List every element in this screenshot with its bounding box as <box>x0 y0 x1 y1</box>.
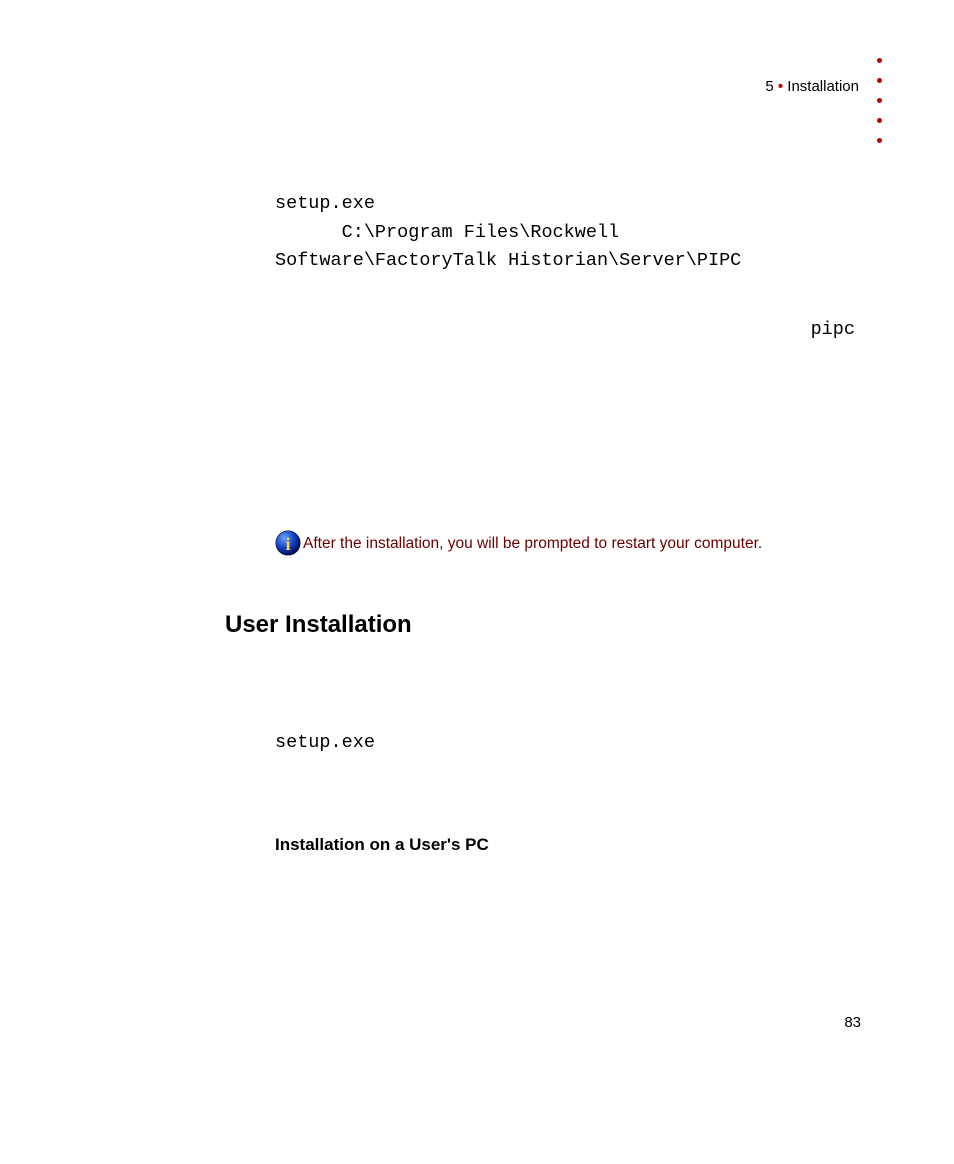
chapter-label: 5 • Installation <box>765 78 859 95</box>
info-note: i After the installation, you will be pr… <box>275 530 865 556</box>
content-area: setup.exe C:\Program Files\Rockwell Soft… <box>275 190 865 855</box>
chapter-title: Installation <box>787 78 859 95</box>
heading-installation-user-pc: Installation on a User's PC <box>275 835 865 855</box>
code-right: pipc <box>275 316 865 345</box>
dot-icon <box>877 58 882 63</box>
dot-icon <box>877 138 882 143</box>
page-header: 5 • Installation <box>765 78 859 96</box>
code-text: pipc <box>811 319 855 340</box>
code-block-2: setup.exe <box>275 729 865 758</box>
code-text: C:\Program Files\Rockwell <box>275 222 619 243</box>
code-text: setup.exe <box>275 193 375 214</box>
code-text: setup.exe <box>275 732 375 753</box>
svg-text:i: i <box>285 534 290 554</box>
heading-user-installation: User Installation <box>225 611 865 639</box>
dot-icon <box>877 78 882 83</box>
decorative-dots <box>877 58 882 143</box>
page: 5 • Installation setup.exe C:\Program Fi… <box>0 0 954 1164</box>
page-number: 83 <box>844 1014 861 1031</box>
dot-icon <box>877 118 882 123</box>
note-text: After the installation, you will be prom… <box>303 534 762 556</box>
info-icon: i <box>275 530 301 556</box>
chapter-number: 5 <box>765 78 773 95</box>
dot-icon <box>877 98 882 103</box>
code-text: Software\FactoryTalk Historian\Server\PI… <box>275 250 741 271</box>
code-block: setup.exe C:\Program Files\Rockwell Soft… <box>275 190 865 276</box>
dot-separator-icon: • <box>778 78 787 95</box>
